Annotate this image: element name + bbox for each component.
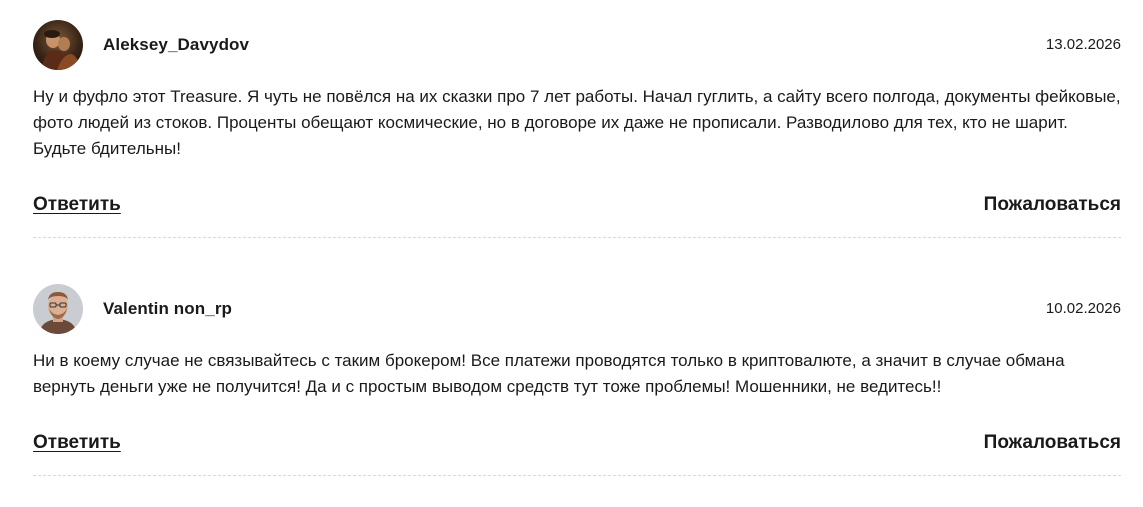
divider (33, 475, 1121, 476)
comment-item: Aleksey_Davydov 13.02.2026 Ну и фуфло эт… (33, 0, 1121, 239)
avatar (33, 284, 83, 334)
comment-header: Aleksey_Davydov 13.02.2026 (33, 20, 1121, 70)
reply-link[interactable]: Ответить (33, 432, 121, 454)
comments-list: Aleksey_Davydov 13.02.2026 Ну и фуфло эт… (33, 0, 1121, 502)
comment-item: Valentin non_rp 10.02.2026 Ни в коему сл… (33, 263, 1121, 502)
comment-header: Valentin non_rp 10.02.2026 (33, 284, 1121, 334)
divider (33, 237, 1121, 238)
comment-actions: Ответить Пожаловаться (33, 432, 1121, 458)
reply-link[interactable]: Ответить (33, 194, 121, 216)
comment-date: 13.02.2026 (1045, 36, 1121, 53)
report-link[interactable]: Пожаловаться (984, 194, 1121, 216)
avatar-painting-image (33, 20, 83, 70)
report-link[interactable]: Пожаловаться (984, 432, 1121, 454)
comment-text: Ну и фуфло этот Treasure. Я чуть не повё… (33, 87, 1121, 158)
comment-text: Ни в коему случае не связывайтесь с таки… (33, 351, 1065, 396)
comment-date: 10.02.2026 (1045, 300, 1121, 317)
avatar-portrait-image (33, 284, 83, 334)
author-name: Valentin non_rp (103, 299, 233, 318)
comment-actions: Ответить Пожаловаться (33, 194, 1121, 220)
author-name: Aleksey_Davydov (103, 35, 250, 54)
avatar (33, 20, 83, 70)
